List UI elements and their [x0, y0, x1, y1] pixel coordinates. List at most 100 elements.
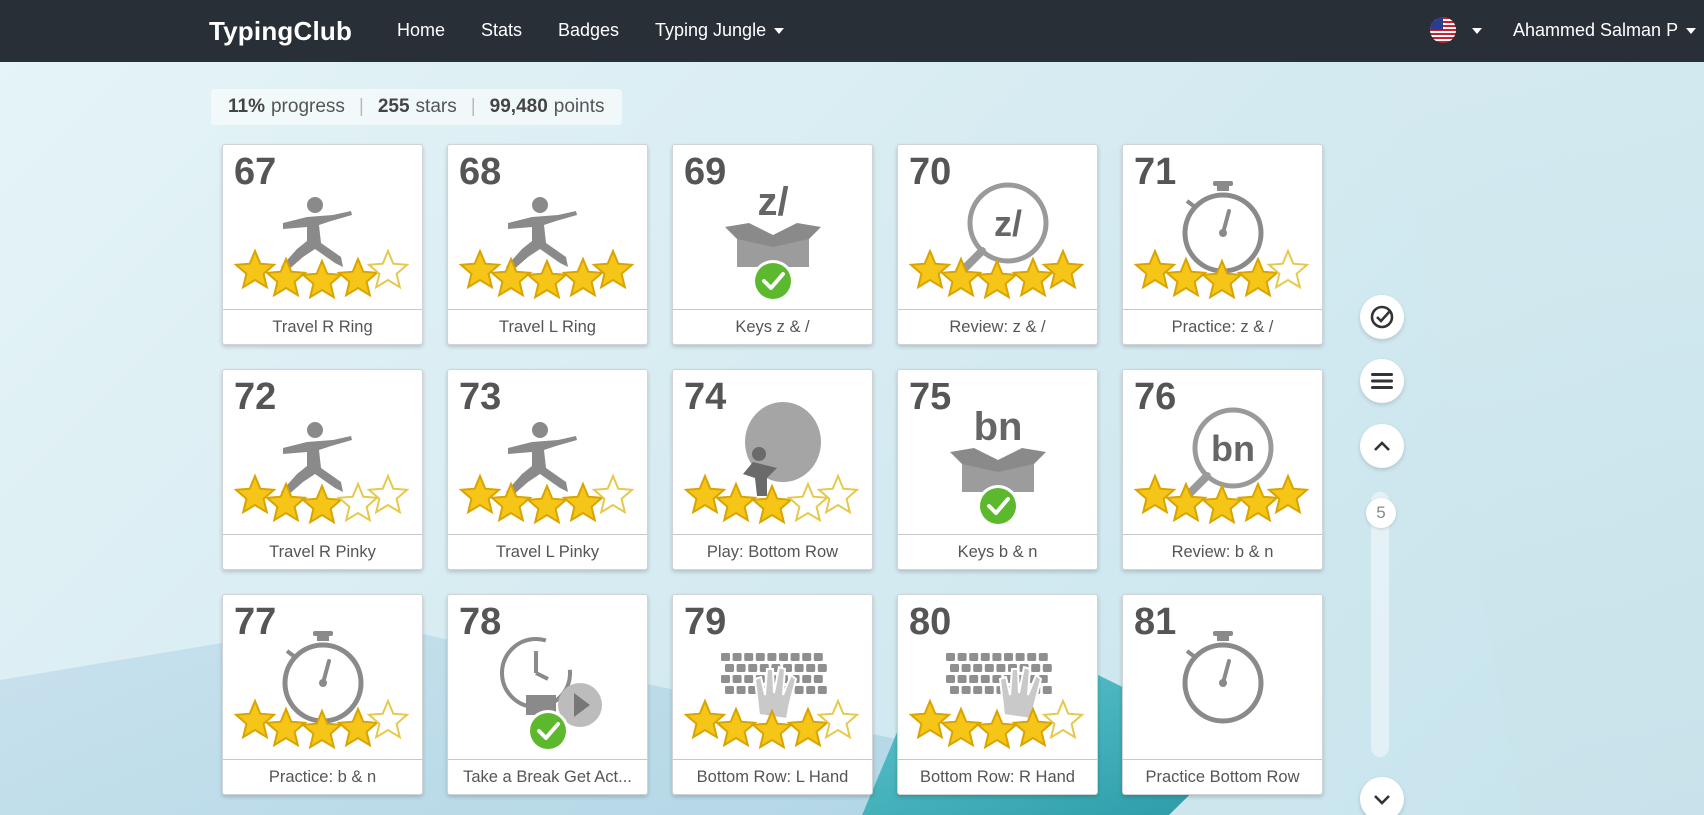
- nav-typing-jungle-label: Typing Jungle: [655, 20, 767, 40]
- star-filled-icon: [525, 258, 569, 300]
- scroll-down-button[interactable]: [1360, 777, 1404, 815]
- lesson-title: Travel R Pinky: [223, 534, 422, 569]
- star-filled-icon: [975, 258, 1019, 300]
- star-empty-icon: [366, 248, 410, 290]
- lesson-number: 70: [909, 151, 952, 193]
- star-filled-icon: [458, 473, 502, 515]
- lesson-title: Keys b & n: [898, 534, 1097, 569]
- nav-typing-jungle[interactable]: Typing Jungle: [655, 20, 785, 41]
- star-filled-icon: [908, 248, 952, 290]
- lesson-card[interactable]: 74 Play: Bottom Row: [672, 369, 873, 570]
- chevron-down-icon[interactable]: [1472, 28, 1482, 34]
- lesson-title: Bottom Row: L Hand: [673, 759, 872, 794]
- brand-logo[interactable]: TypingClub: [209, 16, 352, 47]
- star-filled-icon: [525, 483, 569, 525]
- star-filled-icon: [1041, 248, 1085, 290]
- us-flag-icon[interactable]: [1430, 17, 1456, 43]
- user-name: Ahammed Salman P: [1513, 20, 1679, 40]
- lesson-number: 79: [684, 601, 727, 643]
- star-filled-icon: [233, 248, 277, 290]
- user-menu[interactable]: Ahammed Salman P: [1513, 20, 1697, 41]
- lesson-number: 75: [909, 376, 952, 418]
- lesson-number: 72: [234, 376, 277, 418]
- top-navbar: TypingClub Home Stats Badges Typing Jung…: [0, 0, 1704, 62]
- stars-label: stars: [415, 96, 457, 117]
- lesson-card[interactable]: 79 Bottom Row: L Hand: [672, 594, 873, 795]
- lesson-card[interactable]: z/ 70 Review: z & /: [897, 144, 1098, 345]
- lesson-number: 67: [234, 151, 277, 193]
- lesson-number: 68: [459, 151, 502, 193]
- lesson-card[interactable]: bn 75 Keys b & n: [897, 369, 1098, 570]
- star-filled-icon: [908, 698, 952, 740]
- lesson-title: Practice: z & /: [1123, 309, 1322, 344]
- svg-text:z/: z/: [994, 203, 1022, 244]
- star-filled-icon: [683, 698, 727, 740]
- lesson-card[interactable]: 78 Take a Break Get Act...: [447, 594, 648, 795]
- lesson-title: Take a Break Get Act...: [448, 759, 647, 794]
- lesson-title: Travel L Pinky: [448, 534, 647, 569]
- lesson-card[interactable]: 71 Practice: z & /: [1122, 144, 1323, 345]
- progress-label: progress: [270, 96, 345, 117]
- lesson-title: Review: z & /: [898, 309, 1097, 344]
- chevron-down-icon: [1686, 28, 1697, 35]
- stars-count: 255: [377, 96, 410, 117]
- star-filled-icon: [1200, 483, 1244, 525]
- lesson-number: 74: [684, 376, 727, 418]
- lesson-number: 76: [1134, 376, 1177, 418]
- lesson-number: 69: [684, 151, 727, 193]
- lesson-card[interactable]: 67 Travel R Ring: [222, 144, 423, 345]
- progress-percent: 11%: [228, 96, 265, 117]
- check-circle-icon: [1370, 305, 1394, 329]
- star-filled-icon: [233, 473, 277, 515]
- lesson-card[interactable]: 73 Travel L Pinky: [447, 369, 648, 570]
- lesson-title: Practice: b & n: [223, 759, 422, 794]
- lesson-title: Bottom Row: R Hand: [898, 759, 1097, 794]
- star-filled-icon: [458, 248, 502, 290]
- menu-button[interactable]: [1360, 359, 1404, 403]
- lesson-number: 73: [459, 376, 502, 418]
- lesson-card[interactable]: 72 Travel R Pinky: [222, 369, 423, 570]
- lesson-title: Review: b & n: [1123, 534, 1322, 569]
- svg-text:bn: bn: [1211, 428, 1255, 469]
- star-empty-icon: [591, 473, 635, 515]
- scroll-up-button[interactable]: [1360, 424, 1404, 468]
- hamburger-icon: [1371, 373, 1393, 389]
- star-filled-icon: [1133, 473, 1177, 515]
- lesson-card[interactable]: 80 Bottom Row: R Hand: [897, 594, 1098, 795]
- lesson-number: 81: [1134, 601, 1177, 643]
- lesson-card[interactable]: 68 Travel L Ring: [447, 144, 648, 345]
- nav-badges[interactable]: Badges: [558, 20, 619, 41]
- star-empty-icon: [366, 698, 410, 740]
- star-filled-icon: [1133, 248, 1177, 290]
- chevron-down-icon: [1374, 795, 1390, 805]
- points-label: points: [553, 96, 605, 117]
- nav-stats[interactable]: Stats: [481, 20, 522, 41]
- star-empty-icon: [1041, 698, 1085, 740]
- star-filled-icon: [300, 483, 344, 525]
- lesson-card[interactable]: bn 76 Review: b & n: [1122, 369, 1323, 570]
- scroll-page-indicator[interactable]: 5: [1366, 498, 1396, 528]
- lesson-number: 77: [234, 601, 277, 643]
- nav-home[interactable]: Home: [397, 20, 445, 41]
- star-empty-icon: [816, 698, 860, 740]
- svg-text:bn: bn: [974, 405, 1023, 449]
- check-progress-button[interactable]: [1360, 295, 1404, 339]
- lesson-number: 78: [459, 601, 502, 643]
- star-filled-icon: [233, 698, 277, 740]
- lesson-title: Keys z & /: [673, 309, 872, 344]
- lesson-card[interactable]: z/ 69 Keys z & /: [672, 144, 873, 345]
- lesson-number: 80: [909, 601, 952, 643]
- star-empty-icon: [1266, 248, 1310, 290]
- lesson-title: Travel R Ring: [223, 309, 422, 344]
- lesson-title: Travel L Ring: [448, 309, 647, 344]
- star-filled-icon: [300, 258, 344, 300]
- lesson-card[interactable]: 81 Practice Bottom Row: [1122, 594, 1323, 795]
- lesson-title: Practice Bottom Row: [1123, 759, 1322, 794]
- star-filled-icon: [1266, 473, 1310, 515]
- svg-text:z/: z/: [757, 180, 788, 224]
- chevron-down-icon: [774, 28, 785, 35]
- progress-summary: 11% progress | 255 stars | 99,480 points: [211, 89, 622, 125]
- scroll-track[interactable]: [1371, 492, 1389, 757]
- lesson-title: Play: Bottom Row: [673, 534, 872, 569]
- lesson-card[interactable]: 77 Practice: b & n: [222, 594, 423, 795]
